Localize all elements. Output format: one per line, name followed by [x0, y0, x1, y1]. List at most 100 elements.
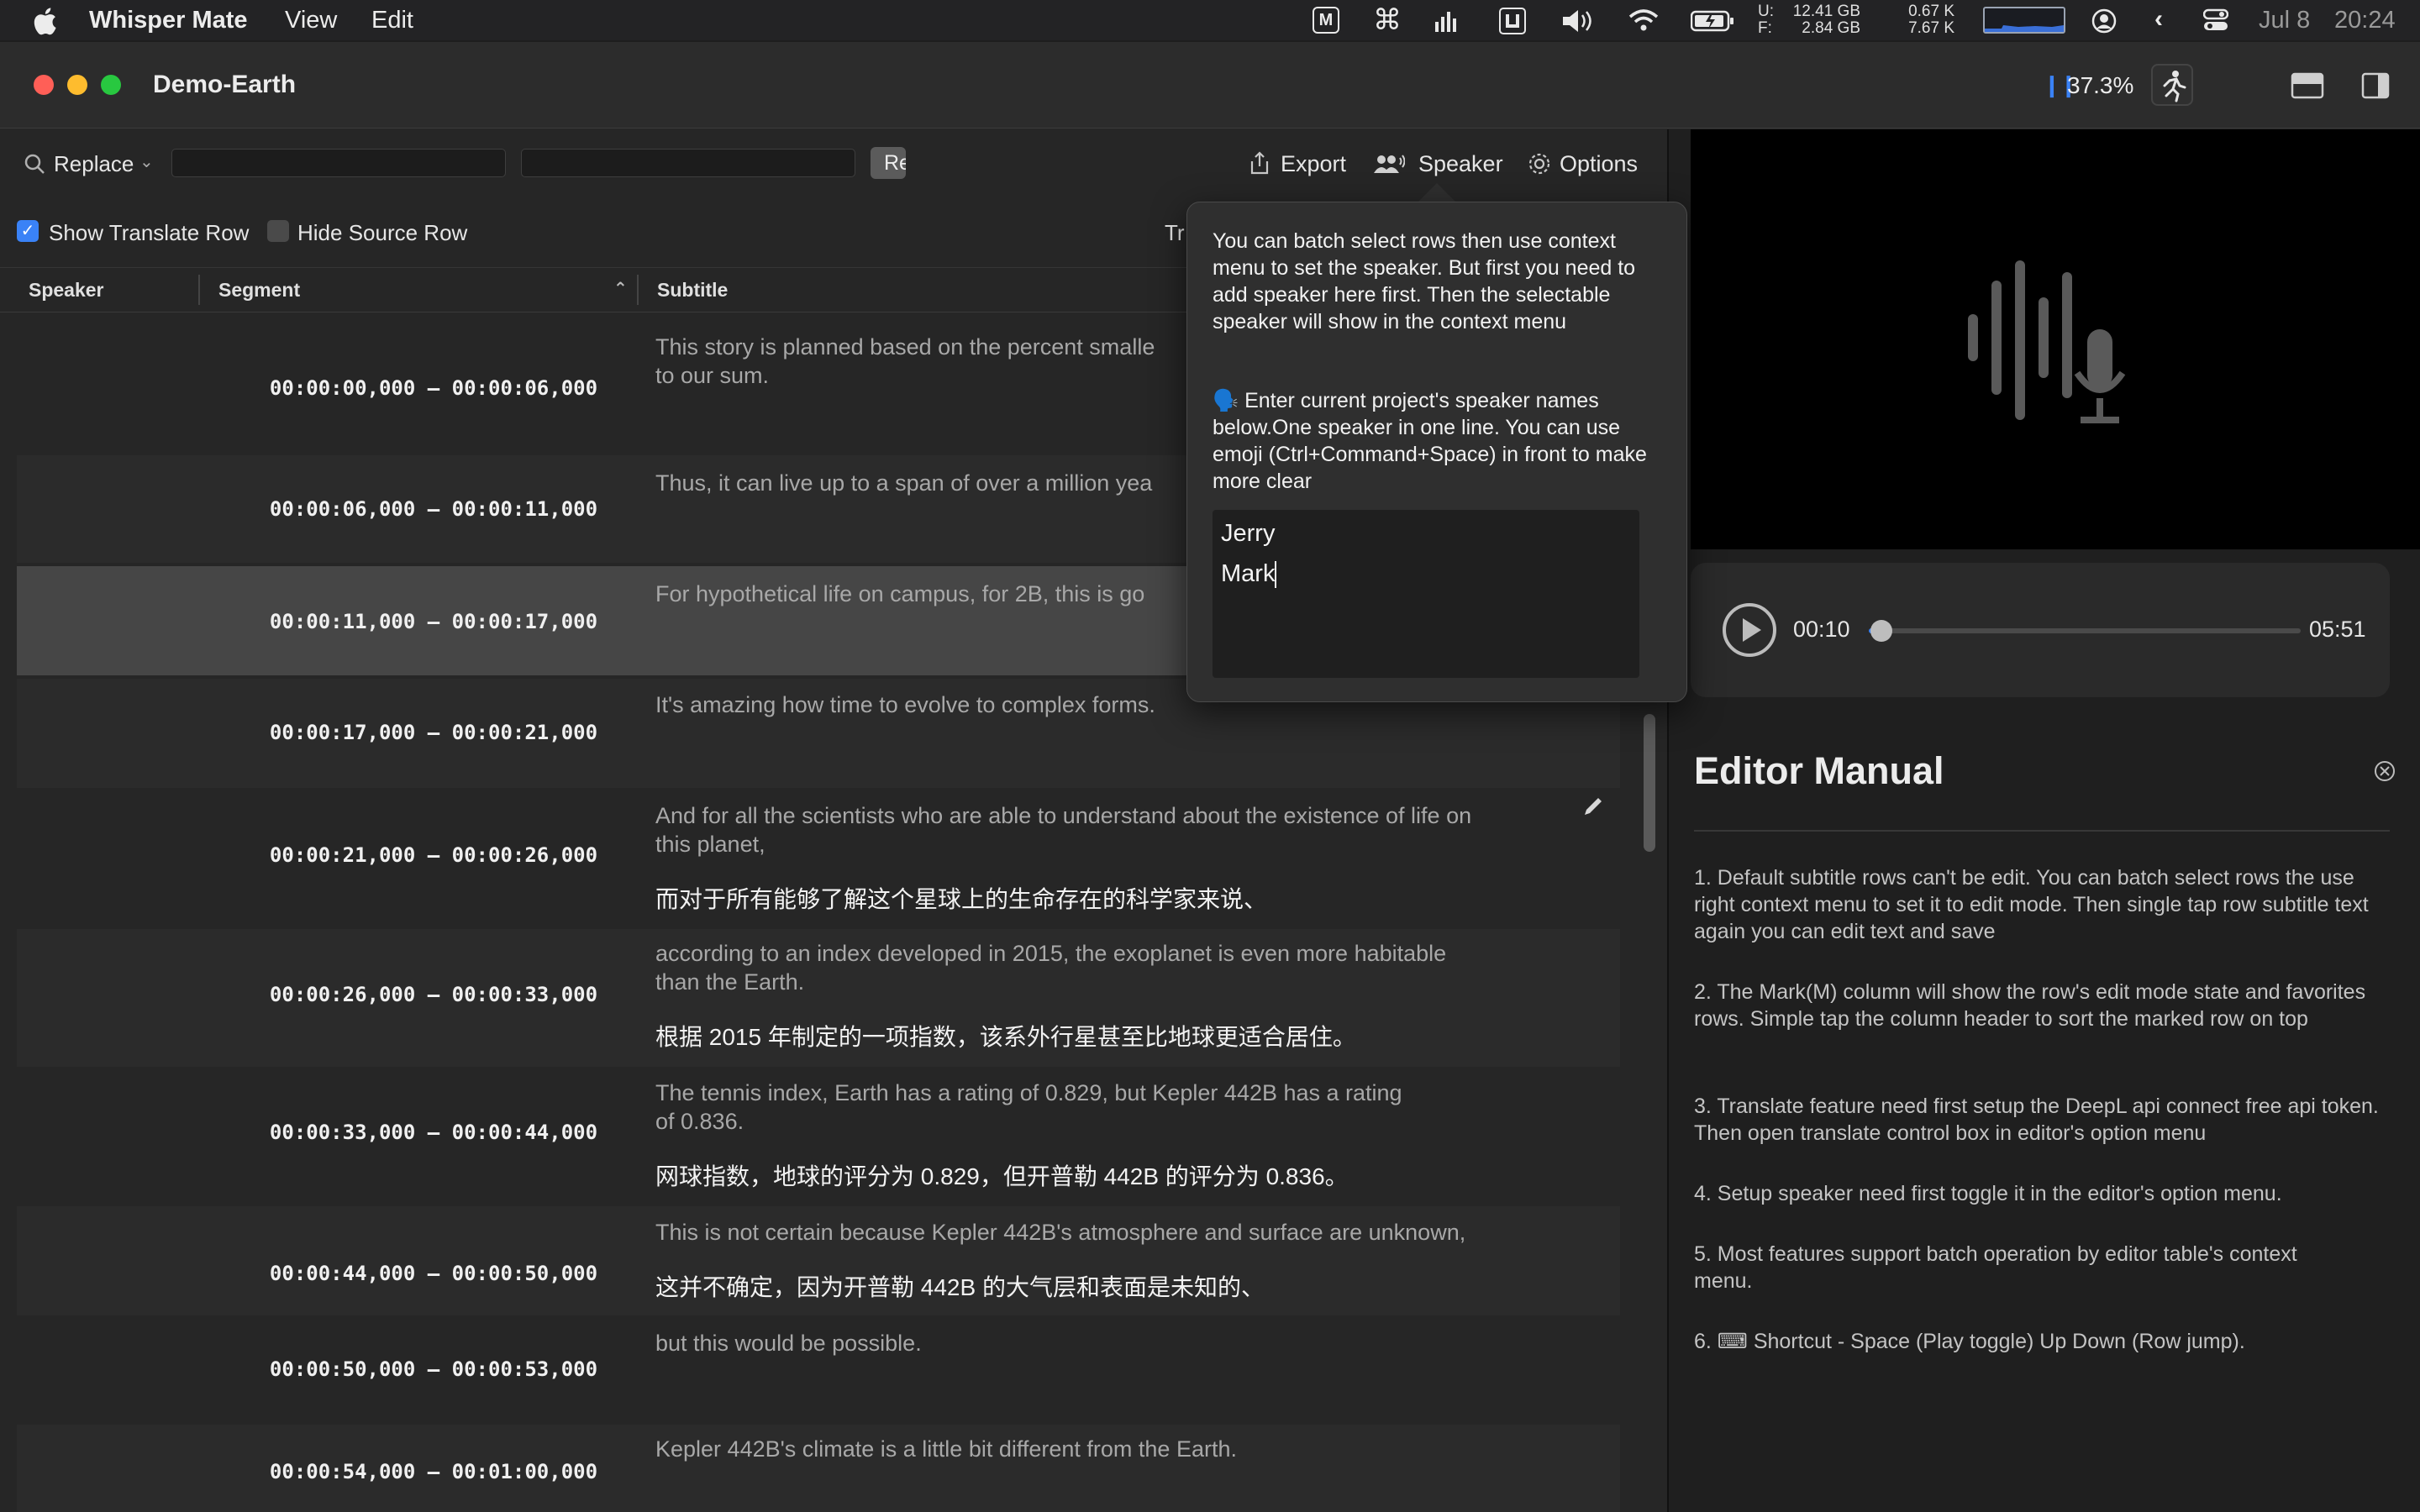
segment-time: 00:00:17,000 – 00:00:21,000 — [269, 721, 598, 744]
table-row[interactable]: 00:00:21,000 – 00:00:26,000 And for all … — [17, 790, 1620, 927]
search-icon — [24, 154, 45, 174]
subtitle-translation[interactable]: 根据 2015 年制定的一项指数，该系外行星甚至比地球更适合居住。 — [655, 1023, 1580, 1052]
segment-time: 00:00:50,000 – 00:00:53,000 — [269, 1357, 598, 1381]
net-up-value: 0.67 K — [1908, 3, 1954, 20]
subtitle-source[interactable]: The tennis index, Earth has a rating of … — [655, 1079, 1563, 1107]
menubar-time[interactable]: 20:24 — [2334, 7, 2396, 34]
speaker-name[interactable]: Jerry — [1221, 513, 1631, 554]
speaker-button[interactable]: Speaker — [1418, 151, 1503, 177]
disk-u-value: 12.41 GB — [1792, 3, 1860, 20]
speaker-name-text: Mark — [1221, 560, 1276, 587]
speaker-popover: You can batch select rows then use conte… — [1186, 202, 1687, 702]
speakers-icon[interactable] — [1373, 153, 1405, 176]
total-time: 05:51 — [2309, 617, 2366, 642]
m-status-icon[interactable]: M — [1313, 7, 1339, 34]
show-translate-label[interactable]: Show Translate Row — [49, 220, 249, 246]
manual-item: 1. Default subtitle rows can't be edit. … — [1694, 866, 2369, 943]
subtitle-source[interactable]: but this would be possible. — [655, 1329, 1563, 1357]
subtitle-source[interactable]: Kepler 442B's climate is a little bit di… — [655, 1435, 1563, 1463]
net-down-value: 7.67 K — [1908, 19, 1954, 37]
wifi-icon[interactable] — [1628, 8, 1659, 32]
sort-ascending-icon[interactable]: ⌃ — [613, 278, 628, 299]
zoom-window-button[interactable] — [101, 75, 121, 95]
manual-item: 6. ⌨ Shortcut - Space (Play toggle) Up D… — [1694, 1330, 2245, 1353]
audio-waveform-mic-icon — [1968, 260, 2126, 423]
manual-item: 3. Translate feature need first setup th… — [1694, 1095, 2379, 1145]
menu-edit[interactable]: Edit — [371, 7, 413, 34]
seek-knob[interactable] — [1870, 620, 1892, 642]
subtitle-source-cont[interactable]: of 0.836. — [655, 1107, 1563, 1136]
play-icon[interactable] — [1721, 601, 1778, 659]
segment-time: 00:00:00,000 – 00:00:06,000 — [269, 376, 598, 400]
gear-icon[interactable] — [1528, 152, 1551, 176]
disk-u-label: U: — [1758, 3, 1774, 20]
hide-source-checkbox[interactable] — [267, 220, 289, 242]
progress-value: 37.3% — [2067, 72, 2134, 98]
find-input[interactable] — [171, 149, 506, 177]
subtitle-translation[interactable]: 而对于所有能够了解这个星球上的生命存在的科学家来说、 — [655, 885, 1580, 914]
layout-top-panel-icon[interactable] — [2291, 72, 2324, 99]
export-icon[interactable] — [1249, 151, 1270, 176]
manual-item: 5. Most features support batch operation… — [1694, 1242, 2297, 1293]
chevron-down-icon[interactable]: ⌄ — [139, 151, 154, 172]
subtitle-translation[interactable]: 网球指数，地球的评分为 0.829，但开普勒 442B 的评分为 0.836。 — [655, 1163, 1580, 1191]
options-button[interactable]: Options — [1560, 151, 1638, 177]
replace-button[interactable]: Re — [871, 147, 906, 179]
segment-time: 00:00:54,000 – 00:01:00,000 — [269, 1460, 598, 1483]
current-time: 00:10 — [1793, 617, 1850, 642]
app-menu[interactable]: Whisper Mate — [89, 7, 248, 34]
close-window-button[interactable] — [34, 75, 54, 95]
battery-icon[interactable] — [1691, 10, 1734, 32]
show-translate-checkbox[interactable]: ✓ — [17, 220, 39, 242]
command-icon[interactable]: ⌘ — [1373, 3, 1402, 37]
media-preview[interactable] — [1691, 129, 2420, 549]
cpu-graph[interactable] — [1983, 7, 2065, 34]
calendar-status-icon[interactable] — [1499, 8, 1526, 34]
table-row[interactable]: 00:00:54,000 – 00:01:00,000 Kepler 442B'… — [17, 1425, 1620, 1512]
subtitle-translation[interactable]: 这并不确定，因为开普勒 442B 的大气层和表面是未知的、 — [655, 1273, 1580, 1302]
column-divider[interactable] — [198, 275, 200, 305]
chevron-left-icon[interactable]: ‹ — [2154, 5, 2163, 34]
control-center-icon[interactable] — [2203, 8, 2228, 32]
column-header-subtitle[interactable]: Subtitle — [657, 279, 728, 302]
manual-item: 4. Setup speaker need first toggle it in… — [1694, 1182, 2282, 1205]
translate-control-label[interactable]: Tr — [1165, 220, 1185, 246]
sidebar-right-toggle-icon[interactable] — [2361, 72, 2390, 99]
minimize-window-button[interactable] — [67, 75, 87, 95]
replace-mode-dropdown[interactable]: Replace — [54, 151, 134, 177]
close-manual-icon[interactable] — [2373, 759, 2396, 783]
seek-track[interactable] — [1869, 628, 2301, 633]
speaker-names-textarea[interactable]: Jerry Mark — [1213, 510, 1639, 678]
replace-input[interactable] — [521, 149, 855, 177]
activity-button[interactable] — [2151, 64, 2193, 106]
column-header-segment[interactable]: Segment — [218, 279, 300, 302]
segment-time: 00:00:26,000 – 00:00:33,000 — [269, 983, 598, 1006]
table-row[interactable]: 00:00:26,000 – 00:00:33,000 according to… — [17, 929, 1620, 1067]
table-row[interactable]: 00:00:44,000 – 00:00:50,000 This is not … — [17, 1206, 1620, 1315]
menubar-date[interactable]: Jul 8 — [2259, 7, 2310, 34]
table-row[interactable]: 00:00:50,000 – 00:00:53,000 but this wou… — [17, 1317, 1620, 1423]
table-scrollbar[interactable] — [1644, 714, 1655, 852]
segment-time: 00:00:33,000 – 00:00:44,000 — [269, 1121, 598, 1144]
subtitle-source[interactable]: And for all the scientists who are able … — [655, 801, 1563, 830]
popover-hint: 🗣️ Enter current project's speaker names… — [1213, 389, 1647, 493]
subtitle-source-cont[interactable]: than the Earth. — [655, 968, 1563, 996]
volume-icon[interactable] — [1561, 8, 1595, 34]
edit-pencil-icon[interactable] — [1581, 795, 1605, 818]
table-row[interactable]: 00:00:33,000 – 00:00:44,000 The tennis i… — [17, 1068, 1620, 1206]
menu-view[interactable]: View — [285, 7, 337, 34]
subtitle-source[interactable]: This is not certain because Kepler 442B'… — [655, 1218, 1563, 1247]
column-header-speaker[interactable]: Speaker — [29, 279, 104, 302]
window-title: Demo-Earth — [153, 71, 297, 98]
hide-source-label[interactable]: Hide Source Row — [297, 220, 467, 246]
audio-bars-icon[interactable] — [1434, 8, 1462, 34]
menu-bar: Whisper Mate View Edit M ⌘ U: F: 12.41 G… — [0, 0, 2420, 40]
speaker-name[interactable]: Mark — [1221, 554, 1631, 594]
column-divider[interactable] — [637, 275, 639, 305]
disk-f-label: F: — [1758, 19, 1772, 37]
apple-icon[interactable] — [32, 7, 57, 35]
subtitle-source[interactable]: according to an index developed in 2015,… — [655, 939, 1563, 968]
subtitle-source-cont[interactable]: this planet, — [655, 830, 1563, 858]
user-account-icon[interactable] — [2091, 8, 2118, 34]
export-button[interactable]: Export — [1281, 151, 1346, 177]
